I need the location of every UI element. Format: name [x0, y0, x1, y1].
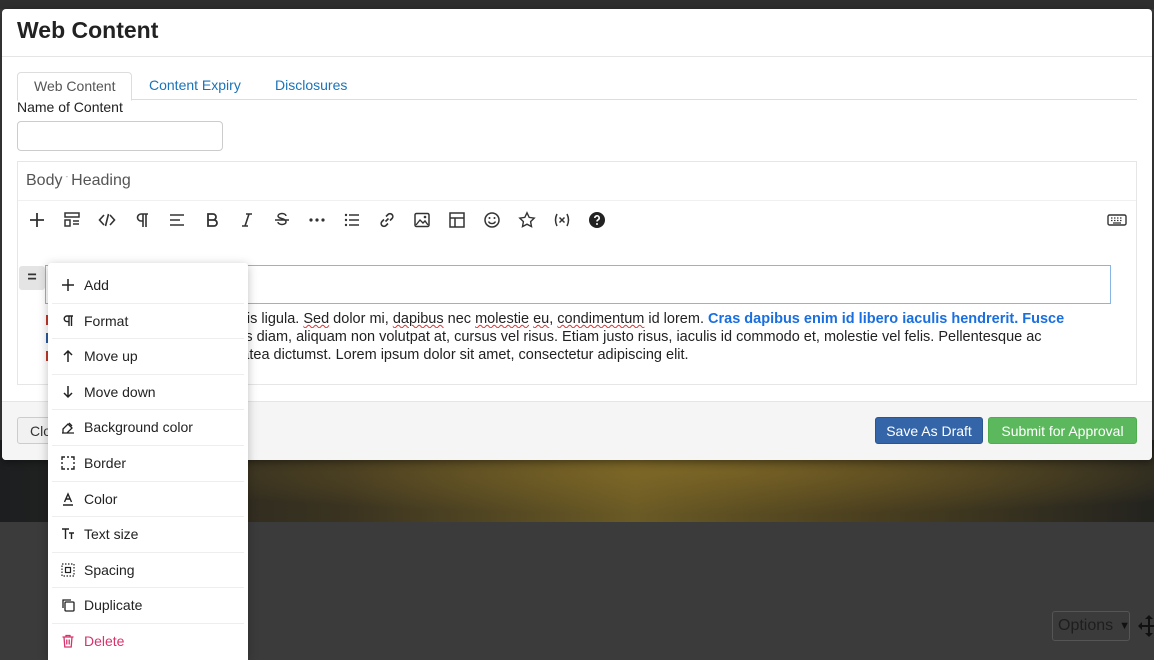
- tab-web-content[interactable]: Web Content: [17, 72, 133, 101]
- paragraph-icon: [60, 313, 76, 329]
- options-label: Options: [1058, 617, 1114, 634]
- menu-item-spacing[interactable]: Spacing: [48, 552, 248, 587]
- menu-item-delete[interactable]: Delete: [48, 623, 248, 658]
- trash-icon: [60, 633, 76, 649]
- layout-icon[interactable]: [61, 209, 83, 231]
- align-icon[interactable]: [166, 209, 188, 231]
- arrow-up-icon: [60, 348, 76, 364]
- tab-content-expiry[interactable]: Content Expiry: [133, 72, 257, 98]
- menu-item-move-down[interactable]: Move down: [48, 374, 248, 409]
- name-of-content-label: Name of Content: [17, 99, 123, 115]
- breadcrumb-body[interactable]: Body: [26, 172, 62, 189]
- menu-item-add[interactable]: Add: [48, 267, 248, 302]
- menu-item-label: Text size: [84, 525, 139, 542]
- duplicate-icon: [60, 597, 76, 613]
- block-drag-handle[interactable]: =: [19, 266, 45, 290]
- list-icon[interactable]: [341, 209, 363, 231]
- menu-item-label: Move up: [84, 347, 138, 364]
- menu-item-move-up[interactable]: Move up: [48, 338, 248, 373]
- tab-bar: Web Content Content Expiry Disclosures: [17, 72, 1137, 101]
- keyboard-icon[interactable]: [1106, 209, 1128, 231]
- arrow-down-icon: [60, 384, 76, 400]
- menu-item-duplicate[interactable]: Duplicate: [48, 587, 248, 622]
- menu-item-label: Format: [84, 312, 129, 329]
- editor-breadcrumb: Body - Heading: [26, 172, 131, 190]
- emoji-icon[interactable]: [481, 209, 503, 231]
- plus-icon[interactable]: [26, 209, 48, 231]
- italic-icon[interactable]: [236, 209, 258, 231]
- menu-item-color[interactable]: Color: [48, 481, 248, 516]
- menu-item-label: Move down: [84, 383, 156, 400]
- modal-title: Web Content: [17, 17, 159, 43]
- menu-item-format[interactable]: Format: [48, 303, 248, 338]
- breadcrumb-heading[interactable]: Heading: [71, 172, 131, 189]
- options-select[interactable]: Options ▼: [1052, 611, 1130, 641]
- link-icon[interactable]: [376, 209, 398, 231]
- menu-item-background-color[interactable]: Background color: [48, 409, 248, 444]
- strikethrough-icon[interactable]: [271, 209, 293, 231]
- menu-item-label: Delete: [84, 632, 125, 649]
- border-icon: [60, 455, 76, 471]
- image-icon[interactable]: [411, 209, 433, 231]
- block-context-menu: Add Format Move up Move down Background …: [48, 263, 248, 660]
- paragraph-icon[interactable]: [131, 209, 153, 231]
- menu-item-text-size[interactable]: Text size: [48, 516, 248, 551]
- star-icon[interactable]: [516, 209, 538, 231]
- text-color-icon: [60, 491, 76, 507]
- save-as-draft-button[interactable]: Save As Draft: [875, 417, 983, 444]
- menu-item-label: Duplicate: [84, 596, 143, 613]
- bold-icon[interactable]: [201, 209, 223, 231]
- title-divider: [2, 56, 1152, 57]
- menu-item-label: Add: [84, 276, 109, 293]
- plus-icon: [60, 277, 76, 293]
- move-icon[interactable]: [1136, 613, 1154, 639]
- paint-icon: [60, 419, 76, 435]
- spacing-icon: [60, 562, 76, 578]
- menu-item-label: Spacing: [84, 561, 135, 578]
- editor-divider: [18, 200, 1136, 201]
- more-icon[interactable]: [306, 209, 328, 231]
- tab-disclosures[interactable]: Disclosures: [259, 72, 363, 98]
- chevron-down-icon: ▼: [1119, 620, 1131, 632]
- menu-item-label: Background color: [84, 418, 193, 435]
- text-size-icon: [60, 526, 76, 542]
- name-of-content-input[interactable]: [17, 121, 223, 151]
- variable-icon[interactable]: [551, 209, 573, 231]
- breadcrumb-separator: -: [65, 172, 69, 181]
- page-background-top: [0, 0, 1154, 9]
- help-icon[interactable]: [586, 209, 608, 231]
- menu-item-label: Border: [84, 454, 127, 471]
- submit-for-approval-button[interactable]: Submit for Approval: [988, 417, 1137, 444]
- code-icon[interactable]: [96, 209, 118, 231]
- menu-item-label: Color: [84, 490, 118, 507]
- menu-item-border[interactable]: Border: [48, 445, 248, 480]
- table-icon[interactable]: [446, 209, 468, 231]
